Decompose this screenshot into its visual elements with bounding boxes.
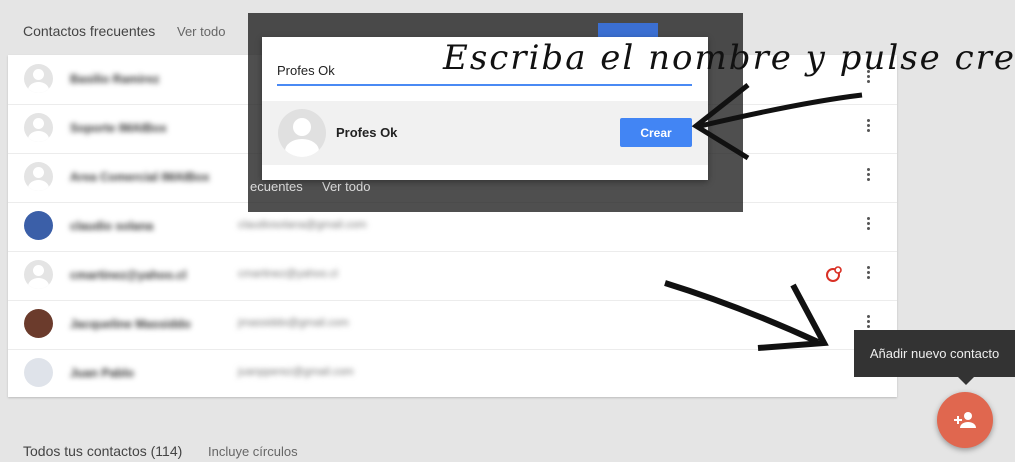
avatar: [24, 113, 53, 142]
all-contacts-title[interactable]: Todos tus contactos (114): [23, 443, 182, 459]
contact-name: Soporte IMAIBox: [70, 121, 167, 135]
add-contact-button[interactable]: [937, 392, 993, 448]
avatar: [24, 309, 53, 338]
contact-row[interactable]: Juan Pablo juanpperez@gmail.com: [8, 349, 897, 398]
circle-icon[interactable]: [825, 265, 843, 283]
contact-name: Jacqueline Massiddo: [70, 317, 191, 331]
contact-name: Juan Pablo: [70, 366, 135, 380]
contact-name: cmartinez@yahoo.cl: [70, 268, 187, 282]
more-vert-icon[interactable]: [864, 168, 872, 186]
instruction-annotation: Escriba el nombre y pulse crear: [443, 38, 1015, 78]
create-button[interactable]: Crear: [620, 118, 692, 147]
section-title: Contactos frecuentes: [23, 23, 156, 39]
all-contacts-subtitle[interactable]: Incluye círculos: [208, 444, 298, 459]
contact-suggestion[interactable]: Profes Ok Crear: [262, 101, 708, 165]
see-all-link[interactable]: Ver todo: [177, 24, 225, 39]
suggestion-name: Profes Ok: [336, 125, 398, 140]
underlay-text: ecuentes: [250, 179, 303, 194]
more-vert-icon[interactable]: [864, 217, 872, 235]
contact-email: claudiosolana@gmail.com: [238, 219, 367, 231]
contact-email: cmartinez@yahoo.cl: [238, 268, 338, 280]
more-vert-icon[interactable]: [864, 266, 872, 284]
avatar: [24, 260, 53, 289]
avatar: [24, 211, 53, 240]
contact-name: Area Comercial IMAIBox: [70, 170, 210, 184]
avatar: [24, 358, 53, 387]
tooltip: Añadir nuevo contacto: [854, 330, 1015, 385]
avatar: [278, 109, 326, 157]
contact-name: claudio solana: [70, 219, 154, 233]
contact-row[interactable]: cmartinez@yahoo.cl cmartinez@yahoo.cl: [8, 251, 897, 301]
contact-name: Basilio Ramirez: [70, 72, 160, 86]
more-vert-icon[interactable]: [864, 119, 872, 137]
contact-email: jmassiddo@gmail.com: [238, 317, 349, 329]
underlay-text: Ver todo: [322, 179, 371, 194]
contact-row[interactable]: Jacqueline Massiddo jmassiddo@gmail.com: [8, 300, 897, 350]
avatar: [24, 64, 53, 93]
person-add-icon: [954, 412, 976, 428]
contact-email: juanpperez@gmail.com: [238, 366, 354, 378]
avatar: [24, 162, 53, 191]
